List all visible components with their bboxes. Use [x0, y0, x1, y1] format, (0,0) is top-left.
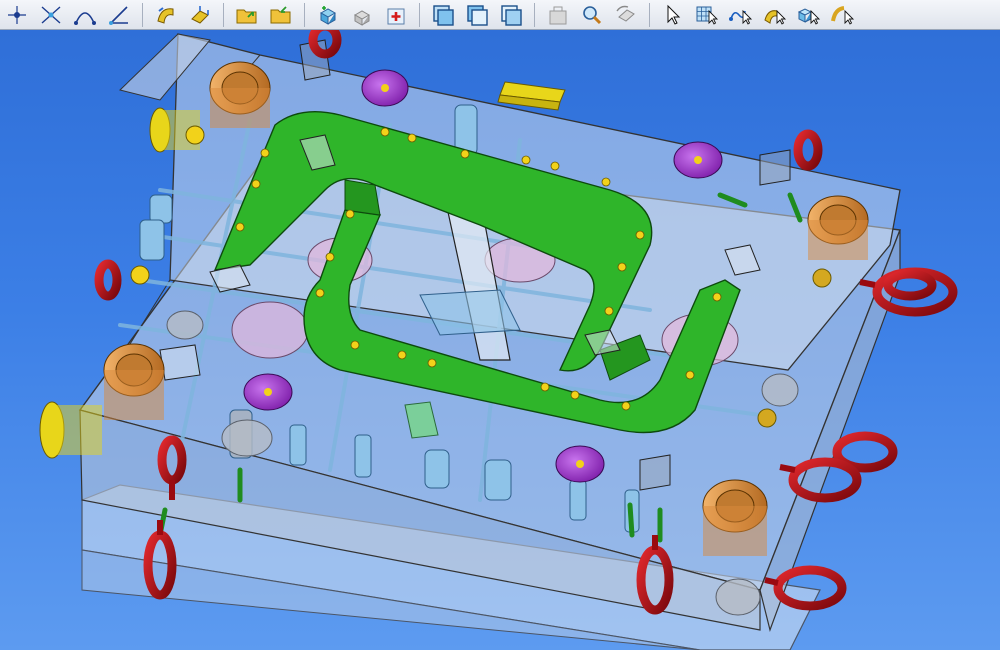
folder-add-icon[interactable] — [264, 1, 298, 29]
point-icon[interactable] — [0, 1, 34, 29]
component-add-icon[interactable] — [379, 1, 413, 29]
sweep-icon[interactable] — [149, 1, 183, 29]
toolbar-separator — [142, 2, 143, 27]
3d-viewport[interactable] — [0, 30, 1000, 650]
toolbar-separator — [304, 2, 305, 27]
curve-select-icon[interactable] — [826, 1, 860, 29]
mold-assembly-model[interactable] — [0, 30, 1000, 650]
path-select-icon[interactable] — [724, 1, 758, 29]
toolbar-separator — [419, 2, 420, 27]
view-right-icon[interactable] — [494, 1, 528, 29]
toolbar-separator — [223, 2, 224, 27]
grid-select-icon[interactable] — [690, 1, 724, 29]
solid-select-icon[interactable] — [792, 1, 826, 29]
view-front-icon[interactable] — [426, 1, 460, 29]
select-cursor-icon[interactable] — [656, 1, 690, 29]
yellow-locator — [497, 81, 566, 111]
zoom-icon[interactable] — [575, 1, 609, 29]
inactive-block-icon[interactable] — [541, 1, 575, 29]
toolbar-separator — [534, 2, 535, 27]
assembly-add-icon[interactable] — [311, 1, 345, 29]
component-gray-icon[interactable] — [345, 1, 379, 29]
view-top-icon[interactable] — [460, 1, 494, 29]
main-toolbar — [0, 0, 1000, 30]
axis-icon[interactable] — [102, 1, 136, 29]
surface-select-icon[interactable] — [758, 1, 792, 29]
cross-points-icon[interactable] — [34, 1, 68, 29]
toolbar-separator — [649, 2, 650, 27]
extrude-icon[interactable] — [183, 1, 217, 29]
folder-open-icon[interactable] — [230, 1, 264, 29]
rotate-icon[interactable] — [609, 1, 643, 29]
arc-icon[interactable] — [68, 1, 102, 29]
